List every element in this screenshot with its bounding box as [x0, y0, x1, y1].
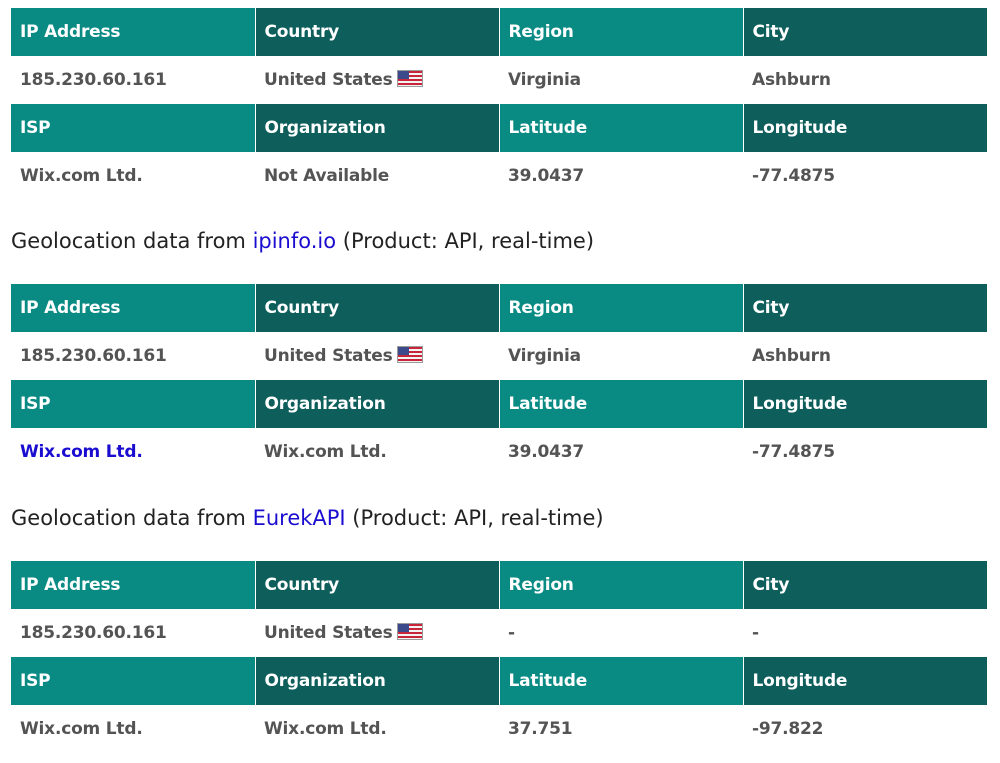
header-region: Region — [499, 8, 744, 56]
header-ip-address: IP Address — [11, 561, 256, 609]
value-row-location: 185.230.60.161 United States Virginia As… — [11, 56, 987, 104]
latitude-value: 39.0437 — [499, 152, 743, 200]
geo-table-2: IP Address Country Region City 185.230.6… — [11, 284, 987, 476]
geo-table-3: IP Address Country Region City 185.230.6… — [11, 561, 987, 753]
us-flag-icon — [396, 346, 423, 363]
header-ip-address: IP Address — [11, 284, 256, 332]
header-latitude: Latitude — [499, 104, 744, 152]
country-value: United States — [264, 70, 393, 90]
header-row-location: IP Address Country Region City — [11, 284, 987, 332]
country-cell: United States — [255, 56, 499, 104]
header-city: City — [743, 284, 987, 332]
ip-address-value: 185.230.60.161 — [11, 332, 255, 380]
region-value: Virginia — [499, 56, 743, 104]
value-row-network: Wix.com Ltd. Not Available 39.0437 -77.4… — [11, 152, 987, 200]
header-row-location: IP Address Country Region City — [11, 8, 987, 56]
ip-address-value: 185.230.60.161 — [11, 609, 255, 657]
header-longitude: Longitude — [743, 104, 987, 152]
header-region: Region — [499, 284, 744, 332]
header-row-location: IP Address Country Region City — [11, 561, 987, 609]
region-value: - — [499, 609, 743, 657]
header-organization: Organization — [255, 657, 500, 705]
header-city: City — [743, 8, 987, 56]
header-longitude: Longitude — [743, 380, 987, 428]
header-country: Country — [255, 284, 500, 332]
value-row-network: Wix.com Ltd. Wix.com Ltd. 39.0437 -77.48… — [11, 428, 987, 476]
header-latitude: Latitude — [499, 657, 744, 705]
header-country: Country — [255, 8, 500, 56]
region-value: Virginia — [499, 332, 743, 380]
city-value: - — [743, 609, 987, 657]
header-row-network: ISP Organization Latitude Longitude — [11, 380, 987, 428]
city-value: Ashburn — [743, 332, 987, 380]
country-cell: United States — [255, 332, 499, 380]
country-cell: United States — [255, 609, 499, 657]
us-flag-icon — [396, 623, 423, 640]
longitude-value: -97.822 — [743, 705, 987, 753]
section-caption-ipinfo: Geolocation data from ipinfo.io (Product… — [11, 229, 594, 253]
caption-suffix: (Product: API, real-time) — [345, 506, 604, 530]
caption-prefix: Geolocation data from — [11, 506, 253, 530]
header-isp: ISP — [11, 657, 256, 705]
provider-link-ipinfo[interactable]: ipinfo.io — [253, 229, 337, 253]
us-flag-icon — [396, 70, 423, 87]
ip-address-value: 185.230.60.161 — [11, 56, 255, 104]
country-value: United States — [264, 623, 393, 643]
header-row-network: ISP Organization Latitude Longitude — [11, 657, 987, 705]
header-organization: Organization — [255, 380, 500, 428]
country-value: United States — [264, 346, 393, 366]
section-caption-eurekapi: Geolocation data from EurekAPI (Product:… — [11, 506, 604, 530]
header-isp: ISP — [11, 104, 256, 152]
organization-value: Not Available — [255, 152, 499, 200]
header-ip-address: IP Address — [11, 8, 256, 56]
isp-value: Wix.com Ltd. — [11, 152, 255, 200]
caption-prefix: Geolocation data from — [11, 229, 253, 253]
provider-link-eurekapi[interactable]: EurekAPI — [253, 506, 346, 530]
longitude-value: -77.4875 — [743, 152, 987, 200]
isp-value: Wix.com Ltd. — [11, 705, 255, 753]
caption-suffix: (Product: API, real-time) — [336, 229, 595, 253]
header-country: Country — [255, 561, 500, 609]
isp-link[interactable]: Wix.com Ltd. — [20, 442, 143, 462]
value-row-network: Wix.com Ltd. Wix.com Ltd. 37.751 -97.822 — [11, 705, 987, 753]
organization-value: Wix.com Ltd. — [255, 705, 499, 753]
header-city: City — [743, 561, 987, 609]
value-row-location: 185.230.60.161 United States Virginia As… — [11, 332, 987, 380]
value-row-location: 185.230.60.161 United States - - — [11, 609, 987, 657]
latitude-value: 39.0437 — [499, 428, 743, 476]
latitude-value: 37.751 — [499, 705, 743, 753]
header-latitude: Latitude — [499, 380, 744, 428]
longitude-value: -77.4875 — [743, 428, 987, 476]
header-longitude: Longitude — [743, 657, 987, 705]
geo-table-1: IP Address Country Region City 185.230.6… — [11, 8, 987, 200]
header-row-network: ISP Organization Latitude Longitude — [11, 104, 987, 152]
city-value: Ashburn — [743, 56, 987, 104]
isp-cell: Wix.com Ltd. — [11, 428, 255, 476]
header-region: Region — [499, 561, 744, 609]
header-isp: ISP — [11, 380, 256, 428]
header-organization: Organization — [255, 104, 500, 152]
organization-value: Wix.com Ltd. — [255, 428, 499, 476]
